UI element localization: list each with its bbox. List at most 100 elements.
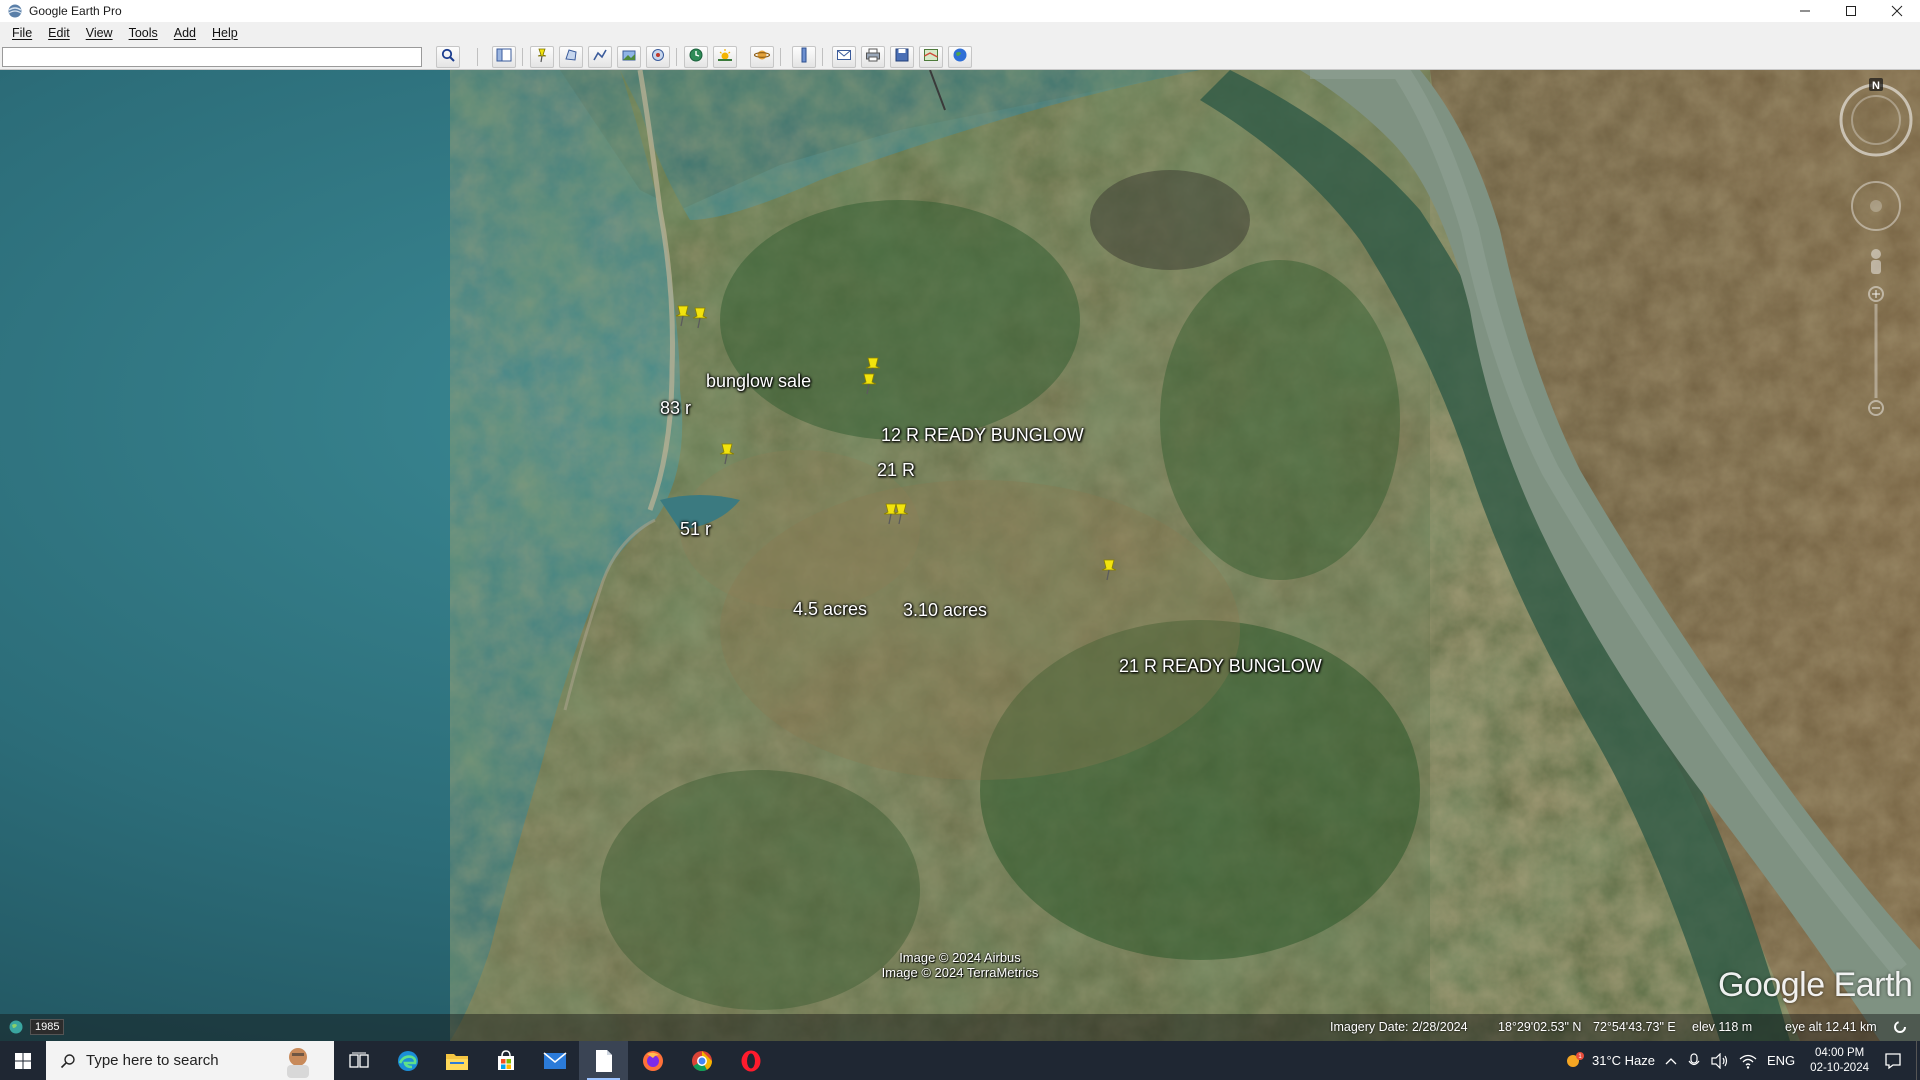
menu-tools[interactable]: Tools [121,26,166,40]
image-overlay-icon [621,47,637,68]
planets-button[interactable] [750,46,774,68]
window-title: Google Earth Pro [29,4,122,18]
placemark-pin[interactable] [718,442,738,471]
taskbar-search-box[interactable]: Type here to search [46,1041,334,1080]
menu-file[interactable]: File [4,26,40,40]
network-button[interactable] [1739,1053,1757,1069]
weather-widget[interactable]: 1 31°C Haze [1564,1051,1655,1071]
volume-button[interactable] [1711,1052,1729,1069]
ruler-button[interactable] [792,46,816,68]
pushpin-icon [861,373,877,395]
taskbar-clock[interactable]: 04:00 PM 02-10-2024 [1810,1046,1869,1076]
pushpin-icon [893,503,909,525]
close-button[interactable] [1874,0,1920,22]
placemark-pin[interactable] [860,372,880,401]
menu-view[interactable]: View [78,26,121,40]
add-path-button[interactable] [588,46,612,68]
google-earth-app-icon [7,3,23,19]
attribution-line-terrametrics: Image © 2024 TerraMetrics [881,965,1039,980]
chrome-icon [691,1050,712,1071]
imagery-date: Imagery Date: 2/28/2024 [1330,1020,1468,1034]
placemark-label-51r[interactable]: 51 r [680,519,711,540]
placemark-label-21r-ready-bunglow[interactable]: 21 R READY BUNGLOW [1119,656,1322,677]
taskbar-store[interactable] [481,1041,530,1080]
notifications-button[interactable] [1884,1052,1902,1070]
look-joystick[interactable] [1851,181,1901,231]
print-button[interactable] [861,46,885,68]
placemark-label-3-10-acres[interactable]: 3.10 acres [903,600,987,621]
sidebar-toggle-button[interactable] [492,46,516,68]
microphone-icon [1688,1052,1700,1065]
email-icon [836,47,852,68]
search-icon [441,48,455,67]
ruler-icon [796,47,812,68]
zoom-slider[interactable] [1868,286,1884,416]
map-viewport[interactable]: bunglow sale 83 r 12 R READY BUNGLOW 21 … [0,70,1920,1041]
placemark-label-4-5-acres[interactable]: 4.5 acres [793,599,867,620]
sunlight-button[interactable] [713,46,737,68]
google-earth-logo: Google Earth [1718,966,1913,1004]
start-button[interactable] [0,1041,46,1080]
menu-help[interactable]: Help [204,26,246,40]
maps-icon [923,47,939,68]
taskbar-chrome[interactable] [677,1041,726,1080]
placemark-label-12r-ready-bunglow[interactable]: 12 R READY BUNGLOW [881,425,1084,446]
placemark-pin[interactable] [892,502,912,531]
menu-edit[interactable]: Edit [40,26,78,40]
show-desktop-button[interactable] [1916,1041,1920,1080]
placemark-label-21r[interactable]: 21 R [877,460,915,481]
meet-now-button[interactable] [1687,1052,1701,1069]
historical-imagery-button[interactable] [684,46,708,68]
add-placemark-button[interactable] [530,46,554,68]
firefox-icon [642,1050,663,1071]
show-hidden-icons-button[interactable] [1665,1057,1677,1065]
minimize-button[interactable] [1782,0,1828,22]
taskbar-edge[interactable] [383,1041,432,1080]
search-button[interactable] [436,46,460,68]
attribution-line-airbus: Image © 2024 Airbus [899,950,1021,965]
search-input[interactable] [2,47,422,67]
placemark-label-bunglow-sale[interactable]: bunglow sale [706,371,811,392]
maximize-button[interactable] [1828,0,1874,22]
sunlight-icon [717,47,733,68]
speaker-icon [1711,1052,1728,1069]
view-in-maps-button[interactable] [919,46,943,68]
task-view-button[interactable] [334,1041,383,1080]
record-tour-button[interactable] [646,46,670,68]
placemark-label-83-r[interactable]: 83 r [660,398,691,419]
earth-view-button[interactable] [948,46,972,68]
input-language-indicator[interactable]: ENG [1767,1053,1795,1068]
imagery-year-badge[interactable]: 1985 [30,1019,65,1035]
navigation-controls: N [1830,76,1914,436]
path-icon [592,47,608,68]
toolbar-separator [676,48,677,66]
menu-add[interactable]: Add [166,26,204,40]
taskbar-google-earth[interactable] [579,1041,628,1080]
placemark-icon [534,47,550,68]
sidebar-icon [496,48,512,67]
store-icon [497,1049,514,1070]
edge-icon [397,1050,418,1071]
toolbar-separator [522,48,523,66]
taskbar-file-explorer[interactable] [432,1041,481,1080]
email-button[interactable] [832,46,856,68]
windows-logo-icon [15,1052,31,1069]
taskbar-opera[interactable] [726,1041,775,1080]
pushpin-icon [1101,559,1117,581]
placemark-pin[interactable] [691,306,711,335]
taskbar-firefox[interactable] [628,1041,677,1080]
toolbar-separator [780,48,781,66]
task-view-icon [348,1052,369,1068]
save-image-button[interactable] [890,46,914,68]
wifi-icon [1739,1054,1757,1069]
historical-imagery-globe-icon[interactable] [8,1019,24,1035]
add-polygon-button[interactable] [559,46,583,68]
clock-date: 02-10-2024 [1810,1061,1869,1074]
taskbar-mail[interactable] [530,1041,579,1080]
placemark-pin[interactable] [1100,558,1120,587]
taskbar-search-placeholder: Type here to search [86,1052,219,1069]
add-image-overlay-button[interactable] [617,46,641,68]
earth-view-icon [952,47,968,68]
longitude-readout: 72°54'43.73" E [1593,1020,1676,1034]
street-view-pegman-icon[interactable] [1871,249,1881,274]
